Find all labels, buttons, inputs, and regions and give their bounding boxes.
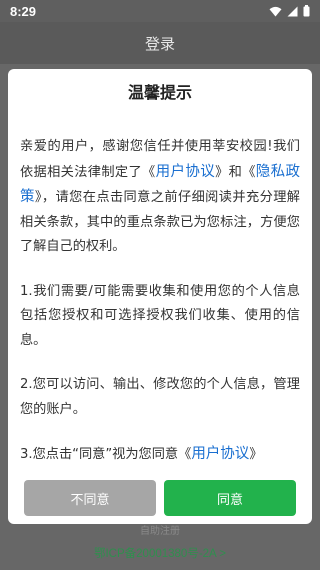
intro-text-2: 》和《: [215, 164, 256, 180]
intro-text-3: 》，请您在点击同意之前仔细阅读并充分理解相关条款，其中的重点条款已为您标注，方便…: [20, 190, 300, 254]
dialog-title: 温馨提示: [127, 83, 192, 102]
app-header: 登录: [0, 22, 320, 64]
self-register-link[interactable]: 自助注册: [0, 522, 320, 537]
point3-text-end: 》: [249, 447, 263, 462]
dialog-paragraph-1: 1.我们需要/可能需要收集和使用您的个人信息包括您授权和可选择授权我们收集、使用…: [20, 283, 300, 348]
point3-text: 3.您点击“同意”视为您同意《: [20, 447, 192, 462]
status-icons: [269, 5, 310, 17]
agree-button[interactable]: 同意: [164, 480, 296, 516]
page-title: 登录: [144, 34, 175, 53]
user-agreement-link-2[interactable]: 用户协议: [191, 446, 249, 462]
disagree-button[interactable]: 不同意: [24, 480, 156, 516]
dialog-paragraph-intro: 亲爱的用户，感谢您信任并使用莘安校园!我们依据相关法律制定了《用户协议》和《隐私…: [20, 135, 300, 260]
battery-icon: [303, 5, 310, 17]
login-footer: 自助注册 鄂ICP备20001380号-2A >: [0, 520, 320, 561]
dialog-buttons: 不同意 同意: [24, 480, 296, 516]
wifi-icon: [269, 6, 282, 16]
privacy-dialog: 温馨提示 亲爱的用户，感谢您信任并使用莘安校园!我们依据相关法律制定了《用户协议…: [8, 69, 312, 524]
dialog-body[interactable]: 亲爱的用户，感谢您信任并使用莘安校园!我们依据相关法律制定了《用户协议》和《隐私…: [8, 113, 312, 469]
icp-link[interactable]: 鄂ICP备20001380号-2A >: [0, 545, 320, 561]
user-agreement-link[interactable]: 用户协议: [156, 164, 216, 180]
dialog-paragraph-2: 2.您可以访问、输出、修改您的个人信息，管理您的账户。: [20, 377, 300, 417]
dialog-paragraph-3: 3.您点击“同意”视为您同意《用户协议》: [20, 442, 300, 468]
status-time: 8:29: [10, 3, 37, 19]
status-bar: 8:29: [0, 0, 320, 22]
signal-icon: [287, 6, 298, 16]
